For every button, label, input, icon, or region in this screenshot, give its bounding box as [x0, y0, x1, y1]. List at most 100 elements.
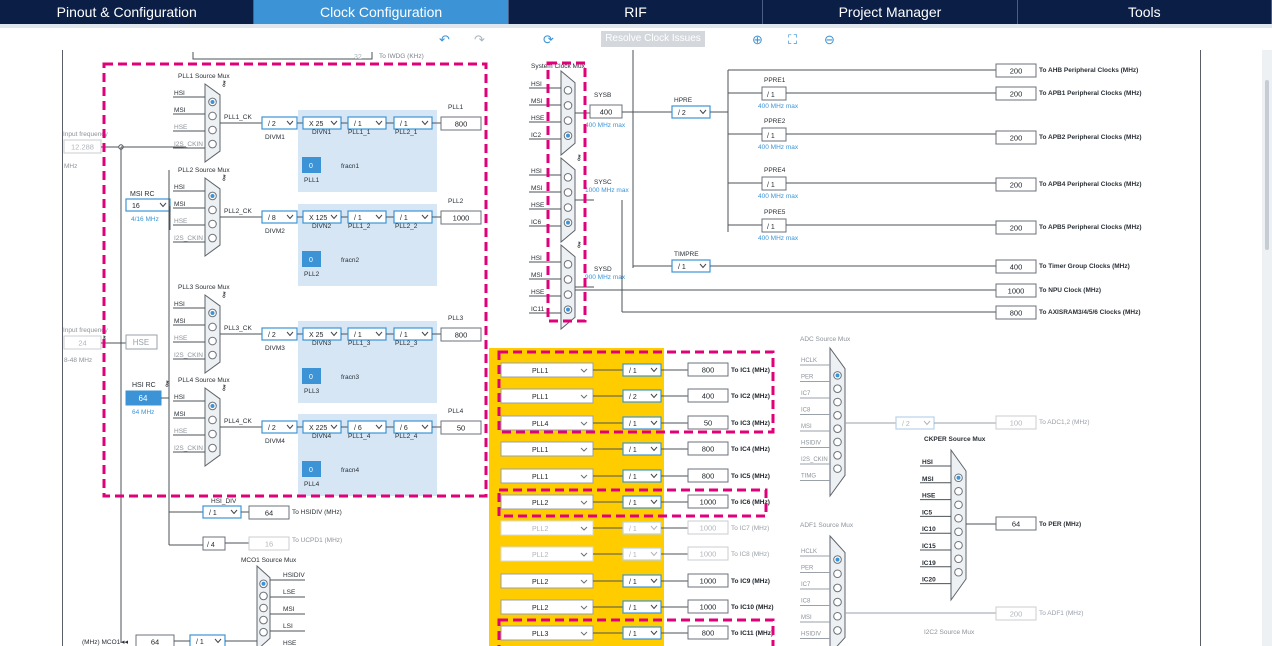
mco1-div-select[interactable]: / 1 [189, 634, 226, 646]
ic7-output-field[interactable]: 1000 [687, 520, 729, 535]
ic11-output-field[interactable]: 800 [687, 625, 729, 640]
ic2-div-select[interactable]: / 2 [622, 389, 662, 403]
pll4-source-mux-radio-3[interactable] [208, 443, 217, 453]
pll4-output-field[interactable]: 50 [440, 420, 482, 435]
ic6-output-field[interactable]: 1000 [687, 494, 729, 509]
adc-source-mux-radio-7[interactable] [833, 464, 842, 473]
sysb-value-field[interactable]: 400 [589, 104, 623, 119]
ic4-output-field[interactable]: 800 [687, 441, 729, 456]
ic10-output-field[interactable]: 1000 [687, 599, 729, 614]
adf-source-mux-radio-4[interactable] [833, 611, 842, 621]
ic8-div-select[interactable]: / 1 [622, 547, 662, 561]
pll4-source-mux-radio-1[interactable] [208, 415, 217, 425]
ic5-output-field[interactable]: 800 [687, 468, 729, 483]
ckper-source-mux-radio-4[interactable] [954, 527, 963, 537]
ic5-div-select[interactable]: / 1 [622, 469, 662, 483]
pll4-source-mux-radio-2[interactable] [208, 429, 217, 439]
adf-source-mux-radio-5[interactable] [833, 626, 842, 635]
ckper-source-mux-radio-5[interactable] [954, 540, 963, 550]
ic4-div-select[interactable]: / 1 [622, 442, 662, 456]
ckper-output-field[interactable]: 64 [995, 516, 1037, 531]
pll4-p1-select[interactable]: / 6 [347, 420, 387, 434]
output-1-field[interactable]: 200 [995, 63, 1037, 78]
adc-source-mux-radio-3[interactable] [833, 411, 842, 420]
ic10-div-select[interactable]: / 1 [622, 600, 662, 614]
pll1-output-field[interactable]: 800 [440, 116, 482, 131]
pll2-divm-select[interactable]: / 8 [261, 210, 298, 224]
ucpd-output-field[interactable]: 16 [248, 536, 290, 551]
msi-rc-select[interactable]: 16 [125, 198, 171, 212]
timpre-select[interactable]: / 1 [671, 259, 711, 273]
output-3-field[interactable]: 200 [995, 130, 1037, 145]
pll2-source-mux-radio-1[interactable] [208, 205, 217, 215]
pll3-p2-select[interactable]: / 1 [393, 327, 433, 341]
ic8-output-field[interactable]: 1000 [687, 546, 729, 561]
mco1-source-mux-radio-2[interactable] [259, 603, 268, 613]
sys-mux-2-radio-1[interactable] [563, 188, 573, 197]
ic11-div-select[interactable]: / 1 [622, 626, 662, 640]
pll2-source-mux-radio-3[interactable] [208, 233, 217, 243]
ic3-div-select[interactable]: / 1 [622, 416, 662, 430]
ckper-source-mux-radio-7[interactable] [954, 567, 963, 577]
adc-source-mux-radio-2[interactable] [833, 397, 842, 407]
output-2-field[interactable]: 200 [995, 86, 1037, 101]
ic9-output-field[interactable]: 1000 [687, 573, 729, 588]
mco1-output-field[interactable]: 64 [135, 634, 175, 646]
pll2-p1-select[interactable]: / 1 [347, 210, 387, 224]
output-6-field[interactable]: 400 [995, 259, 1037, 274]
pll4-divn-select[interactable]: X 225 [302, 420, 342, 434]
hpre-select[interactable]: / 2 [671, 105, 711, 119]
pll1-p1-select[interactable]: / 1 [347, 116, 387, 130]
input-frequency2-field[interactable]: 24 [63, 335, 102, 350]
input-frequency-field[interactable]: 12.288 [63, 139, 102, 154]
ckper-source-mux-radio-2[interactable] [954, 500, 963, 510]
adf-source-mux-radio-3[interactable] [833, 597, 842, 607]
ic7-div-select[interactable]: / 1 [622, 521, 662, 535]
ic1-output-field[interactable]: 800 [687, 362, 729, 377]
ckper-source-mux-radio-6[interactable] [954, 554, 963, 564]
sys-mux-1-radio-0[interactable] [563, 86, 573, 95]
output-7-field[interactable]: 1000 [995, 283, 1037, 298]
adc-source-mux-radio-6[interactable] [833, 451, 842, 460]
adc-output-field[interactable]: 100 [995, 415, 1037, 430]
pll2-divn-select[interactable]: X 125 [302, 210, 342, 224]
adf-source-mux-radio-2[interactable] [833, 583, 842, 593]
adc-div-select[interactable]: / 2 [895, 416, 935, 430]
pll3-source-mux-radio-2[interactable] [208, 336, 217, 346]
pll4-divm-select[interactable]: / 2 [261, 420, 298, 434]
mco1-source-mux-radio-4[interactable] [259, 627, 268, 637]
pll3-p1-select[interactable]: / 1 [347, 327, 387, 341]
sys-mux-2-radio-0[interactable] [563, 173, 573, 182]
ic3-output-field[interactable]: 50 [687, 415, 729, 430]
mco1-source-mux-radio-1[interactable] [259, 591, 268, 601]
ic9-div-select[interactable]: / 1 [622, 574, 662, 588]
pll1-source-mux-radio-1[interactable] [208, 111, 217, 121]
ic6-div-select[interactable]: / 1 [622, 495, 662, 509]
ckper-source-mux-radio-1[interactable] [954, 486, 963, 496]
adc-source-mux-radio-5[interactable] [833, 437, 842, 447]
output-4-field[interactable]: 200 [995, 177, 1037, 192]
sys-mux-1-radio-2[interactable] [563, 116, 573, 125]
pll1-source-mux-radio-3[interactable] [208, 139, 217, 149]
pll4-p2-select[interactable]: / 6 [393, 420, 433, 434]
adc-source-mux-radio-1[interactable] [833, 384, 842, 394]
sys-mux-3-radio-1[interactable] [563, 275, 573, 284]
mco1-source-mux-radio-3[interactable] [259, 615, 268, 625]
ic2-output-field[interactable]: 400 [687, 388, 729, 403]
pll1-divn-select[interactable]: X 25 [302, 116, 342, 130]
pll2-source-mux-radio-2[interactable] [208, 219, 217, 229]
adf-source-mux-radio-1[interactable] [833, 569, 842, 579]
output-8-field[interactable]: 800 [995, 305, 1037, 320]
hsidiv-output-field[interactable]: 64 [248, 505, 290, 520]
pll3-source-mux-radio-3[interactable] [208, 350, 217, 360]
pll3-divm-select[interactable]: / 2 [261, 327, 298, 341]
ic1-div-select[interactable]: / 1 [622, 363, 662, 377]
pll1-p2-select[interactable]: / 1 [393, 116, 433, 130]
sys-mux-3-radio-2[interactable] [563, 290, 573, 299]
pll3-source-mux-radio-1[interactable] [208, 322, 217, 332]
sys-mux-1-radio-1[interactable] [563, 101, 573, 110]
output-5-field[interactable]: 200 [995, 220, 1037, 235]
pll1-source-mux-radio-2[interactable] [208, 125, 217, 135]
pll2-output-field[interactable]: 1000 [440, 210, 482, 225]
sys-mux-2-radio-2[interactable] [563, 203, 573, 212]
